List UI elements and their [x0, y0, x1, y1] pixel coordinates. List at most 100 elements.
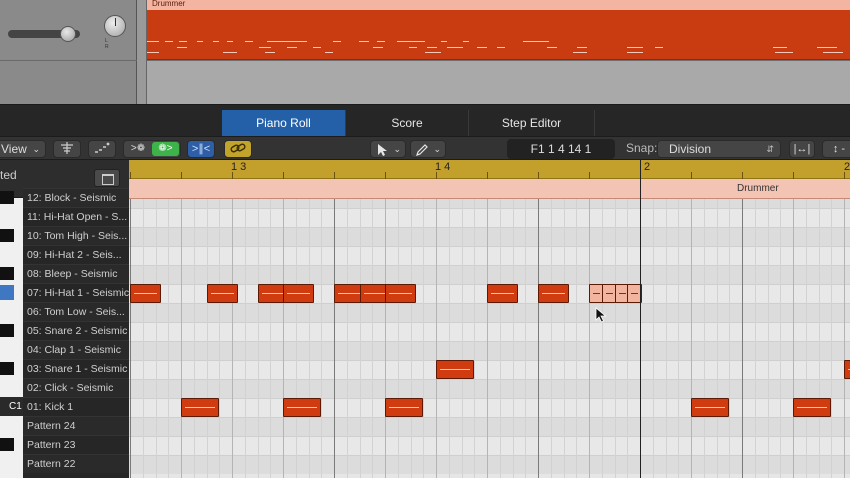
grid-line: [168, 199, 169, 478]
chevron-down-icon: ⌄: [32, 144, 40, 154]
link-button[interactable]: [224, 140, 252, 158]
midi-in-toggle-group[interactable]: >❁ ❁>: [123, 140, 181, 158]
black-key[interactable]: [0, 362, 14, 375]
track-header[interactable]: L R: [0, 0, 137, 104]
quantize-button[interactable]: [53, 140, 81, 158]
key-row[interactable]: Pattern 24: [23, 416, 129, 435]
ruler-tick: [589, 172, 590, 179]
midi-out-icon[interactable]: ❁>: [152, 142, 179, 156]
snap-select[interactable]: Division ⇵: [657, 140, 781, 158]
key-row[interactable]: 05: Snare 2 - Seismic: [23, 321, 129, 340]
region-mini-note: [823, 52, 843, 53]
black-key[interactable]: [0, 267, 14, 280]
left-click-tool-menu[interactable]: ⌄: [370, 140, 406, 158]
region-mini-note: [147, 41, 159, 42]
midi-note[interactable]: [283, 284, 314, 303]
midi-note[interactable]: [130, 284, 161, 303]
bar-label-1-4: 1 4: [435, 161, 451, 173]
key-row[interactable]: 10: Tom High - Seis...: [23, 226, 129, 245]
grid-line: [360, 199, 361, 478]
black-key[interactable]: [0, 229, 14, 242]
grid-line: [219, 199, 220, 478]
grid-line: [678, 199, 679, 478]
grid-line: [831, 199, 832, 478]
key-row[interactable]: 03: Snare 1 - Seismic: [23, 359, 129, 378]
pan-knob[interactable]: [104, 15, 126, 37]
grid-line: [436, 199, 437, 478]
key-row[interactable]: 09: Hi-Hat 2 - Seis...: [23, 245, 129, 264]
catch-playhead-button[interactable]: >∥<: [187, 140, 215, 158]
empty-track-lane[interactable]: [147, 61, 850, 104]
key-row[interactable]: 04: Clap 1 - Seismic: [23, 340, 129, 359]
playhead[interactable]: [640, 160, 641, 478]
tab-score[interactable]: Score: [346, 110, 469, 136]
midi-note[interactable]: [207, 284, 238, 303]
midi-note[interactable]: [487, 284, 518, 303]
tab-piano-roll[interactable]: Piano Roll: [222, 110, 346, 136]
midi-note[interactable]: [691, 398, 729, 417]
ruler-tick: [742, 172, 743, 179]
quantize-icon: [61, 142, 73, 154]
key-row[interactable]: 12: Block - Seismic: [23, 188, 129, 207]
midi-note[interactable]: [385, 398, 423, 417]
grid-line: [513, 199, 514, 478]
key-row[interactable]: 01: Kick 1: [23, 397, 129, 416]
region-mini-note: [267, 41, 307, 42]
region-mini-note: [477, 47, 487, 48]
vertical-zoom-icon: ↕ -: [832, 143, 846, 155]
grid-line: [576, 199, 577, 478]
region-mini-note: [775, 52, 793, 53]
selected-key[interactable]: [0, 285, 14, 300]
midi-note[interactable]: [181, 398, 219, 417]
midi-note[interactable]: [436, 360, 474, 379]
key-row[interactable]: 07: Hi-Hat 1 - Seismic: [23, 283, 129, 302]
bar-ruler[interactable]: 1 3 1 4 2 2: [129, 160, 850, 179]
command-click-tool-menu[interactable]: ⌄: [410, 140, 446, 158]
region-ruler-lane[interactable]: Drummer: [129, 179, 850, 199]
grid-line: [844, 199, 845, 478]
zoom-to-fit-button[interactable]: |↔|: [789, 140, 815, 158]
bar-label-1-3: 1 3: [231, 161, 247, 173]
grid-line: [411, 199, 412, 478]
region-ruler-label: Drummer: [737, 183, 779, 194]
collapse-button[interactable]: [94, 169, 120, 187]
ruler-tick: [793, 172, 794, 179]
piano-keyboard[interactable]: C1: [0, 191, 23, 478]
midi-note[interactable]: [538, 284, 569, 303]
midi-note[interactable]: [844, 360, 850, 379]
key-row[interactable]: 02: Click - Seismic: [23, 378, 129, 397]
midi-note[interactable]: [793, 398, 831, 417]
ruler-tick: [691, 172, 692, 179]
region-mini-note: [523, 41, 549, 42]
grid-line: [258, 199, 259, 478]
key-row[interactable]: 06: Tom Low - Seis...: [23, 302, 129, 321]
key-row[interactable]: Pattern 22: [23, 454, 129, 473]
black-key[interactable]: [0, 324, 14, 337]
midi-note[interactable]: [385, 284, 416, 303]
region-mini-note: [373, 47, 383, 48]
velocity-button[interactable]: [88, 140, 116, 158]
editor-tab-bar: Piano Roll Score Step Editor: [0, 104, 850, 136]
ruler-tick: [385, 172, 386, 179]
view-menu[interactable]: View ⌄: [0, 140, 46, 158]
key-row[interactable]: 08: Bleep - Seismic: [23, 264, 129, 283]
black-key[interactable]: [0, 191, 14, 204]
grid-line: [143, 199, 144, 478]
key-row[interactable]: Pattern 23: [23, 435, 129, 454]
region-mini-note: [227, 41, 233, 42]
midi-in-icon[interactable]: >❁: [126, 142, 150, 156]
key-list: ted C1 12: Block - Seismic 11: Hi-Hat Ope…: [0, 160, 129, 478]
key-row[interactable]: 11: Hi-Hat Open - S...: [23, 207, 129, 226]
black-key[interactable]: [0, 438, 14, 451]
volume-slider-knob[interactable]: [60, 26, 76, 42]
midi-note[interactable]: [283, 398, 321, 417]
region-mini-note: [817, 47, 837, 48]
piano-roll-grid[interactable]: [129, 199, 850, 478]
tab-step-editor[interactable]: Step Editor: [469, 110, 595, 136]
drummer-region[interactable]: Drummer: [147, 0, 850, 60]
region-mini-note: [441, 41, 447, 42]
vertical-zoom-button[interactable]: ↕ -: [822, 140, 850, 158]
tracks-area: L R Drummer: [0, 0, 850, 104]
region-mini-note: [463, 41, 469, 42]
track-header-resize-handle[interactable]: [137, 0, 147, 104]
